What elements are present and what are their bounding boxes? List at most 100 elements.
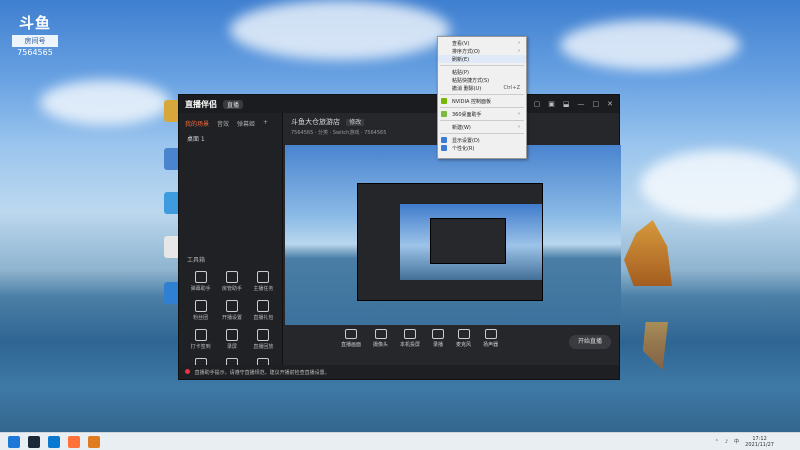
room-label: 房间号 (12, 35, 58, 47)
tool-item[interactable]: 房管助手 (216, 271, 247, 292)
live-dot-icon (185, 369, 190, 374)
window-controls: ⬒ ▢ ▣ ⬓ — □ ✕ (519, 100, 613, 108)
chevron-right-icon: › (518, 124, 520, 130)
control-label: 麦克风 (456, 342, 472, 348)
control-label: 直播画面 (341, 342, 362, 348)
tool-label: 打卡签到 (190, 344, 211, 350)
chevron-right-icon: › (518, 48, 520, 54)
tool-item[interactable]: 直播回放 (248, 329, 279, 350)
menu-item[interactable]: 新建(W) › (438, 123, 526, 131)
menu-item[interactable]: 粘贴(P) (438, 68, 526, 76)
add-tab-button[interactable]: + (263, 119, 268, 128)
windows-start-icon[interactable] (8, 435, 20, 448)
douyu-logo: 斗鱼 (18, 14, 51, 32)
menu-separator (440, 65, 524, 66)
tool-item[interactable]: 主播任务 (248, 271, 279, 292)
tab-sound[interactable]: 音效 (217, 119, 229, 128)
scene-item[interactable]: 桌面 1 (179, 132, 282, 145)
tool-icon (225, 329, 238, 341)
stream-preview[interactable] (285, 145, 621, 325)
control-screen[interactable]: 直播画面 (341, 329, 361, 369)
rock-formation (624, 220, 672, 286)
menu-separator (440, 94, 524, 95)
menu-item-label: 粘贴快捷方式(S) (452, 77, 490, 84)
control-label: 扬声器 (483, 342, 499, 348)
monitor-icon (345, 329, 357, 339)
store-icon[interactable] (88, 435, 100, 448)
tool-label: 弹幕助手 (190, 286, 211, 292)
tool-label: 粉丝团 (193, 315, 209, 321)
tool-label: 录屏 (226, 344, 237, 350)
window-control-icon[interactable]: ▢ (534, 100, 541, 108)
app-brand: 直播伴侣 (185, 99, 217, 109)
clock[interactable]: 17:12 2021/11/27 (745, 436, 774, 448)
menu-item[interactable]: 排序方式(O) › (438, 47, 526, 55)
sidebar-tabs: 我的场景 音效 弹幕姬 + (179, 113, 282, 132)
tab-danmaku[interactable]: 弹幕姬 (237, 119, 255, 128)
chevron-right-icon: › (518, 40, 520, 46)
tool-item[interactable]: 打卡签到 (185, 329, 216, 350)
room-number: 7564565 (17, 48, 53, 57)
control-record[interactable]: 录播 (432, 329, 445, 369)
close-icon[interactable]: ✕ (607, 100, 613, 108)
tool-label: 直播回放 (253, 344, 274, 350)
toolbox-title: 工具箱 (187, 257, 206, 264)
menu-item[interactable]: 360桌面助手 › (438, 110, 526, 118)
microphone-icon (457, 329, 470, 339)
menu-item-label: 显示设置(D) (452, 137, 480, 144)
network-icon[interactable]: ⌃ (715, 439, 719, 445)
cloud (560, 20, 740, 70)
control-speaker[interactable]: 扬声器 (483, 329, 498, 369)
menu-item[interactable]: 查看(V) › (438, 39, 526, 47)
preview-nested-screen (400, 204, 542, 280)
desktop-context-menu: 查看(V) › 排序方式(O) › 刷新(E) 粘贴(P) 粘贴快捷方式(S) 撤消 删除(U… (437, 36, 527, 159)
version-badge[interactable]: 直播 (223, 99, 244, 109)
steam-icon[interactable] (28, 435, 40, 448)
go-live-button[interactable]: 开始直播 (569, 335, 611, 349)
rock-reflection (642, 322, 668, 370)
douyu-watermark: 斗鱼 房间号 7564565 (12, 12, 58, 57)
chevron-right-icon: › (518, 111, 520, 117)
preview-nested-window (430, 218, 506, 264)
cloud (40, 80, 170, 125)
control-cast[interactable]: 本机投屏 (400, 329, 420, 369)
edge-icon[interactable] (48, 435, 60, 448)
input-language[interactable]: 中 (734, 438, 739, 445)
window-control-icon[interactable]: ▣ (548, 100, 555, 108)
tool-item[interactable]: 直播礼包 (248, 300, 279, 321)
tool-item[interactable]: 录屏 (216, 329, 247, 350)
minimize-icon[interactable]: — (578, 100, 585, 108)
speaker-icon (484, 329, 497, 339)
menu-item[interactable]: 粘贴快捷方式(S) (438, 76, 526, 84)
control-camera[interactable]: 摄像头 (373, 329, 388, 369)
camera-icon (374, 329, 387, 339)
tool-item[interactable]: 开播设置 (216, 300, 247, 321)
cloud (640, 150, 800, 220)
tool-icon (257, 329, 270, 341)
title-bar: 直播伴侣 直播 ⬒ ▢ ▣ ⬓ — □ ✕ (179, 95, 619, 113)
tool-item[interactable]: 弹幕助手 (185, 271, 216, 292)
tool-label: 房管助手 (221, 286, 242, 292)
window-control-icon[interactable]: ⬓ (563, 100, 570, 108)
menu-item[interactable]: 个性化(R) (438, 144, 526, 152)
menu-item[interactable]: 显示设置(D) (438, 136, 526, 144)
menu-item-icon (441, 145, 447, 151)
tab-my-scenes[interactable]: 我的场景 (185, 119, 209, 128)
menu-item-label: NVIDIA 控制面板 (452, 98, 491, 105)
control-mic[interactable]: 麦克风 (456, 329, 471, 369)
tool-icon (225, 300, 238, 312)
tool-label: 开播设置 (221, 315, 242, 321)
menu-item[interactable]: 刷新(E) (438, 55, 526, 63)
streaming-app-window: 直播伴侣 直播 ⬒ ▢ ▣ ⬓ — □ ✕ 我的场景 音效 弹幕姬 + 桌面 1… (178, 94, 621, 380)
tool-item[interactable]: 粉丝团 (185, 300, 216, 321)
volume-icon[interactable]: ♪ (725, 439, 728, 445)
firefox-icon[interactable] (68, 435, 80, 448)
tool-icon (257, 300, 270, 312)
control-bar: 直播画面 摄像头 本机投屏 录播 麦克风 扬声器 (285, 329, 619, 369)
menu-item[interactable]: 撤消 删除(U) Ctrl+Z (438, 84, 526, 92)
cast-icon (404, 329, 417, 339)
edit-room-button[interactable]: 修改 (346, 119, 365, 126)
menu-separator (440, 120, 524, 121)
menu-item[interactable]: NVIDIA 控制面板 (438, 97, 526, 105)
maximize-icon[interactable]: □ (593, 100, 600, 108)
